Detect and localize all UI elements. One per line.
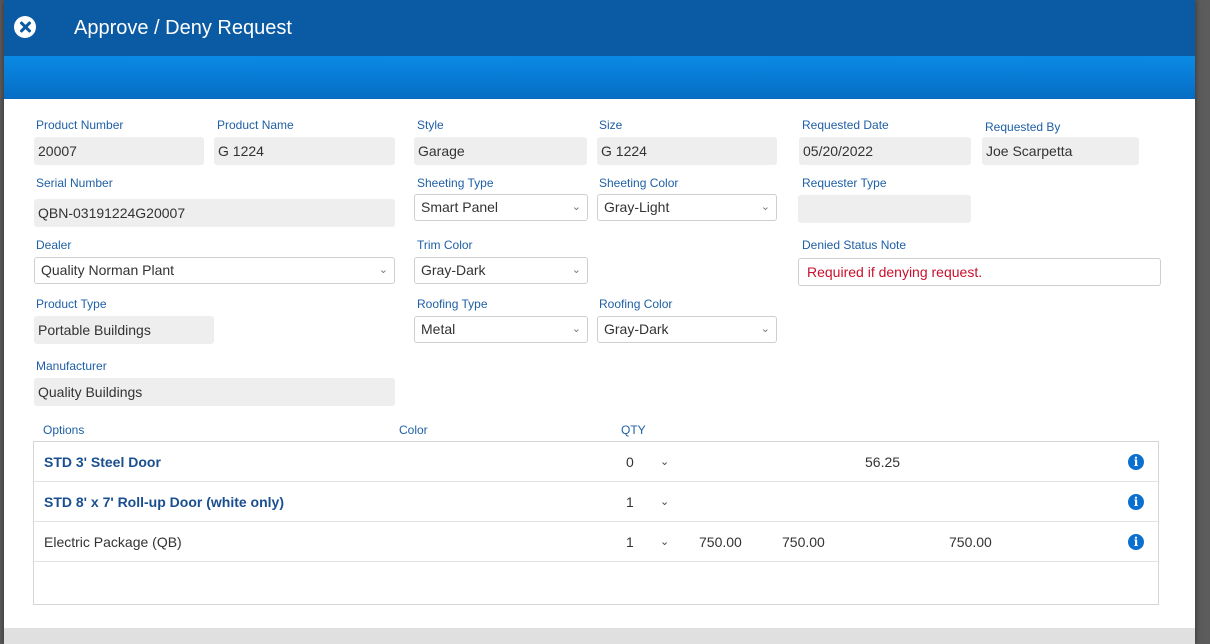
chevron-down-icon[interactable]: ⌄ (660, 522, 669, 562)
serial-number-label: Serial Number (36, 176, 113, 190)
size-field: G 1224 (597, 137, 777, 165)
dialog-footer (4, 628, 1195, 644)
qty-column-header: QTY (621, 423, 646, 437)
product-number-field: 20007 (34, 137, 204, 165)
approve-deny-dialog: Approve / Deny Request Product Number 20… (4, 0, 1195, 644)
sheeting-color-label: Sheeting Color (599, 176, 679, 190)
product-type-field: Portable Buildings (34, 316, 214, 344)
chevron-down-icon: ⌄ (760, 323, 770, 335)
roofing-type-value: Metal (421, 321, 456, 337)
requested-date-label: Requested Date (802, 118, 889, 132)
dealer-select[interactable]: Quality Norman Plant ⌄ (34, 257, 395, 284)
sheeting-color-value: Gray-Light (604, 199, 670, 215)
denied-status-note-label: Denied Status Note (802, 238, 907, 252)
product-number-label: Product Number (36, 118, 124, 132)
roofing-color-select[interactable]: Gray-Dark ⌄ (597, 316, 777, 343)
trim-color-select[interactable]: Gray-Dark ⌄ (414, 257, 588, 284)
trim-color-label: Trim Color (417, 238, 473, 252)
option-qty: 1 (626, 534, 634, 550)
dealer-value: Quality Norman Plant (41, 262, 175, 278)
trim-color-value: Gray-Dark (421, 262, 486, 278)
chevron-down-icon[interactable]: ⌄ (660, 482, 669, 522)
roofing-color-value: Gray-Dark (604, 321, 669, 337)
product-type-label: Product Type (36, 297, 107, 311)
style-field: Garage (414, 137, 587, 165)
requested-by-field: Joe Scarpetta (982, 137, 1139, 165)
sheeting-type-label: Sheeting Type (417, 176, 494, 190)
size-label: Size (599, 118, 623, 132)
option-value: 56.25 (865, 454, 901, 470)
product-name-label: Product Name (217, 118, 294, 132)
info-icon[interactable]: i (1128, 494, 1144, 510)
chevron-down-icon: ⌄ (571, 201, 581, 213)
table-row: STD 3' Steel Door 0 ⌄ 56.25 i (34, 442, 1158, 482)
dialog-title: Approve / Deny Request (74, 17, 292, 39)
options-column-header: Options (43, 423, 85, 437)
roofing-type-select[interactable]: Metal ⌄ (414, 316, 588, 343)
chevron-down-icon[interactable]: ⌄ (660, 442, 669, 482)
chevron-down-icon: ⌄ (378, 264, 388, 276)
denied-status-note-input[interactable]: Required if denying request. (798, 258, 1161, 286)
manufacturer-label: Manufacturer (36, 359, 107, 373)
sheeting-color-select[interactable]: Gray-Light ⌄ (597, 194, 777, 221)
option-total: 750.00 (782, 534, 825, 550)
sheeting-type-value: Smart Panel (421, 199, 499, 215)
requester-type-field (798, 195, 971, 223)
chevron-down-icon: ⌄ (571, 323, 581, 335)
option-qty: 0 (626, 454, 634, 470)
color-column-header: Color (399, 423, 428, 437)
table-row: Electric Package (QB) 1 ⌄ 750.00 750.00 … (34, 522, 1158, 562)
close-icon[interactable] (14, 16, 36, 38)
sheeting-type-select[interactable]: Smart Panel ⌄ (414, 194, 588, 221)
options-table: STD 3' Steel Door 0 ⌄ 56.25 i STD 8' x 7… (33, 441, 1159, 605)
option-value: 750.00 (949, 534, 992, 550)
table-row: STD 8' x 7' Roll-up Door (white only) 1 … (34, 482, 1158, 522)
dealer-label: Dealer (36, 238, 72, 252)
chevron-down-icon: ⌄ (571, 264, 581, 276)
option-name[interactable]: STD 3' Steel Door (44, 442, 161, 482)
style-label: Style (417, 118, 444, 132)
option-price: 750.00 (699, 534, 742, 550)
roofing-color-label: Roofing Color (599, 297, 673, 311)
requested-date-field: 05/20/2022 (799, 137, 971, 165)
info-icon[interactable]: i (1128, 454, 1144, 470)
roofing-type-label: Roofing Type (417, 297, 488, 311)
backdrop: Approve / Deny Request Product Number 20… (0, 0, 1210, 644)
option-name[interactable]: STD 8' x 7' Roll-up Door (white only) (44, 482, 284, 522)
option-qty: 1 (626, 494, 634, 510)
requester-type-label: Requester Type (802, 176, 887, 190)
manufacturer-field: Quality Buildings (34, 378, 395, 406)
dialog-subheader (4, 56, 1195, 99)
requested-by-label: Requested By (985, 120, 1061, 134)
serial-number-field: QBN-03191224G20007 (34, 199, 395, 227)
dialog-header: Approve / Deny Request (4, 0, 1195, 56)
chevron-down-icon: ⌄ (760, 201, 770, 213)
product-name-field: G 1224 (214, 137, 395, 165)
option-name: Electric Package (QB) (44, 534, 182, 550)
info-icon[interactable]: i (1128, 534, 1144, 550)
